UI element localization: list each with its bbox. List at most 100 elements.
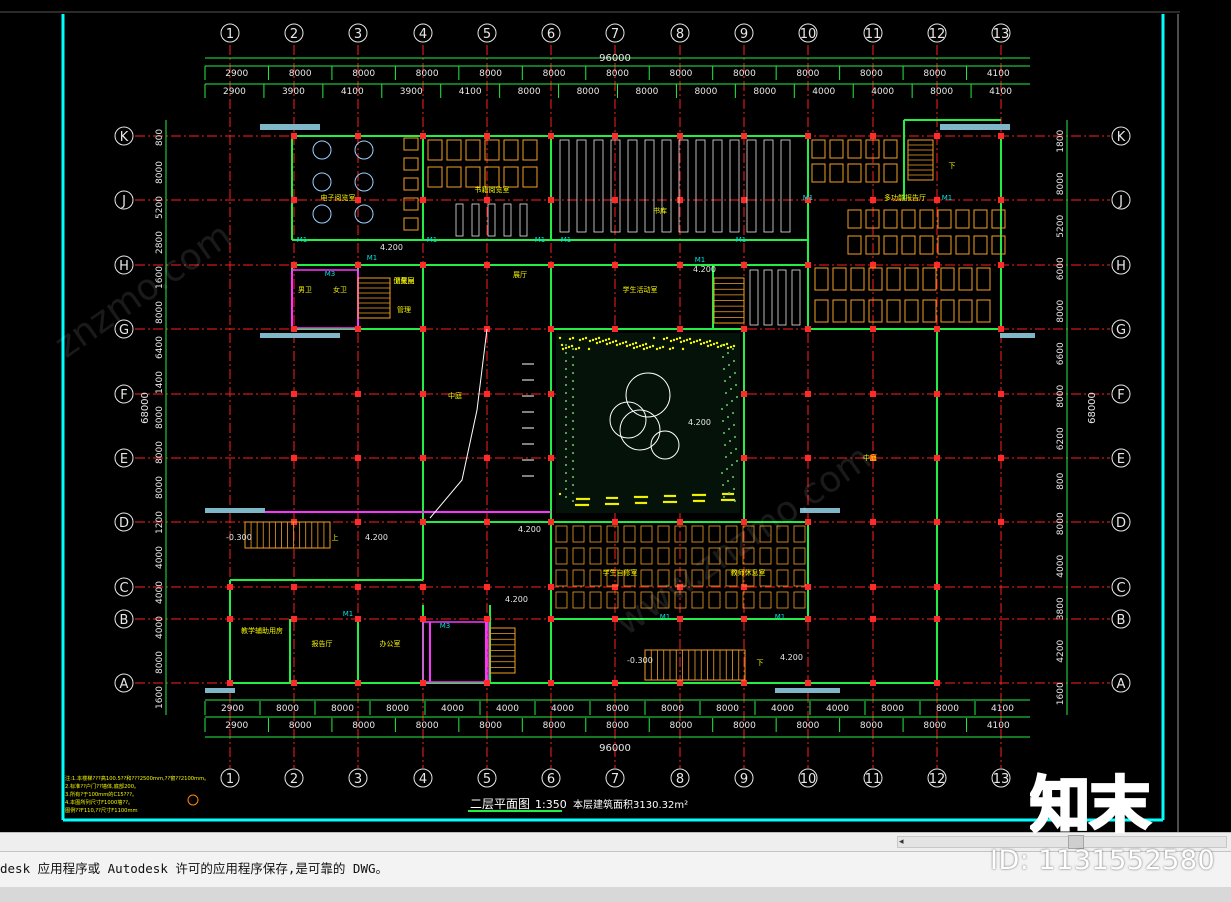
dim-left_dims_outer-12: 4000	[155, 546, 165, 569]
scroll-left-arrow-icon[interactable]: ◂	[899, 836, 909, 848]
courtyard-hedge-right-11	[730, 388, 732, 390]
courtyard-plant-top-43	[574, 347, 578, 351]
courtyard-plant-top-21	[635, 345, 639, 349]
courtyard-plant-top-56	[705, 340, 709, 344]
reading-table-d-1-6	[922, 299, 937, 323]
axis-label-bottom-12: 12	[929, 772, 946, 787]
structural-column-8J	[677, 197, 683, 203]
structural-column-12J	[934, 197, 940, 203]
structural-column-6K	[548, 133, 554, 139]
structural-column-2H	[291, 262, 297, 268]
axis-label-right-J: J	[1118, 194, 1123, 209]
axis-label-left-E: E	[120, 452, 128, 467]
level-mark-5: 4.200	[688, 418, 711, 427]
reading-table-a-0-1	[446, 139, 462, 161]
structural-column-4E	[420, 455, 426, 461]
courtyard-plant-top-10	[578, 338, 582, 342]
courtyard-hedge-right-30	[731, 464, 733, 466]
dim-top_dims_row2-6: 8000	[577, 87, 600, 97]
reading-table-d-1-7	[940, 299, 955, 323]
courtyard-plant-bottom-76	[662, 500, 666, 504]
structural-column-7G	[612, 326, 618, 332]
axis-label-right-H: H	[1116, 259, 1126, 274]
courtyard-plant-top-32	[692, 340, 696, 344]
dim-right_dims_outer-9: 8000	[1056, 512, 1066, 535]
bookshelf-c-3	[791, 269, 801, 326]
courtyard-plant-bottom-71	[692, 499, 696, 503]
courtyard-plant-top-23	[709, 343, 713, 347]
structural-column-9E	[741, 455, 747, 461]
classroom-desk-3-12	[759, 591, 772, 609]
dim-left_dims_outer-9: 8000	[155, 441, 165, 464]
dim-bottom_dims_row1-2: 8000	[331, 704, 354, 714]
window-strip-1	[940, 124, 1010, 130]
courtyard-plant-top-72	[597, 336, 601, 340]
courtyard-plant-top-75	[708, 339, 712, 343]
courtyard-plant-bottom-0	[558, 492, 562, 496]
courtyard-hedge-right-33	[732, 476, 734, 478]
courtyard-plant-top-74	[671, 346, 675, 350]
courtyard-hedge-right-19	[722, 420, 724, 422]
dim-right_dims_outer-10: 4000	[1056, 555, 1066, 578]
window-strip-4	[205, 508, 265, 513]
structural-column-13J	[998, 197, 1004, 203]
reading-table-b-0-0	[811, 139, 826, 159]
courtyard-hedge-left-21	[572, 428, 574, 430]
courtyard-plant-top-63	[614, 339, 618, 343]
courtyard-hedge-right-24	[729, 440, 731, 442]
courtyard-plant-top-73	[634, 341, 638, 345]
structural-column-12K	[934, 133, 940, 139]
dim-bottom_dims_row2-4: 8000	[479, 721, 502, 731]
dim-top_dims_row1-3: 8000	[416, 69, 439, 79]
reading-table-d-1-5	[904, 299, 919, 323]
dim-top_dims_row2-4: 4100	[459, 87, 482, 97]
axis-label-top-11: 11	[865, 27, 882, 42]
reading-table-c-1-0	[847, 235, 862, 255]
courtyard-plant-top-12	[652, 336, 656, 340]
dim-bottom-total: 96000	[599, 743, 631, 754]
courtyard-hedge-left-7	[572, 372, 574, 374]
structural-column-11C	[870, 584, 876, 590]
cad-drawing-viewport[interactable]: 1 1 2 2 3 3 4 4 5 5 6 6 7 7 8 8 9 9 10 10 11 11 12 12 13 13 K K J J H H…	[0, 0, 1231, 832]
axis-label-top-8: 8	[676, 27, 684, 42]
axis-label-right-B: B	[1117, 613, 1126, 628]
classroom-desk-1-6	[657, 547, 670, 565]
structural-column-4K	[420, 133, 426, 139]
dim-bottom_dims_row2-9: 8000	[796, 721, 819, 731]
toilet-block-upper	[291, 269, 359, 329]
courtyard-hedge-right-15	[726, 404, 728, 406]
dim-top_dims_row1-12: 4100	[987, 69, 1010, 79]
structural-column-6J	[548, 197, 554, 203]
courtyard-hedge-left-14	[565, 400, 567, 402]
structural-column-6E	[548, 455, 554, 461]
courtyard-hedge-right-38	[723, 496, 725, 498]
courtyard-hedge-left-1	[572, 348, 574, 350]
reading-table-b-1-2	[847, 163, 862, 183]
structural-column-4C	[420, 584, 426, 590]
courtyard-plant-top-9	[716, 345, 720, 349]
structural-column-12D	[934, 519, 940, 525]
status-bar	[0, 887, 1231, 902]
computer-desk-0-0	[312, 140, 332, 160]
door-tag-8: M1	[695, 256, 706, 264]
dim-bottom_dims_row2-10: 8000	[860, 721, 883, 731]
reading-table-c-0-6	[955, 209, 970, 229]
axis-label-right-F: F	[1117, 388, 1124, 403]
courtyard-plant-top-5	[568, 337, 572, 341]
courtyard-hedge-left-3	[572, 356, 574, 358]
door-tag-5: M1	[803, 194, 814, 202]
courtyard-plant-top-20	[598, 340, 602, 344]
desk-strip-0	[403, 137, 419, 151]
bookshelf-c-0	[749, 269, 759, 326]
courtyard-plant-top-7	[642, 347, 646, 351]
courtyard-plant-top-48	[584, 336, 588, 340]
structural-column-13D	[998, 519, 1004, 525]
level-mark-3: -0.300	[226, 533, 252, 542]
structural-column-5J	[484, 197, 490, 203]
axis-label-bottom-5: 5	[483, 772, 491, 787]
courtyard-hedge-left-9	[572, 380, 574, 382]
dim-bottom_dims_row1-1: 8000	[276, 704, 299, 714]
courtyard-plant-top-1	[595, 341, 599, 345]
structural-column-5B	[484, 616, 490, 622]
courtyard-plant-top-25	[608, 341, 612, 345]
